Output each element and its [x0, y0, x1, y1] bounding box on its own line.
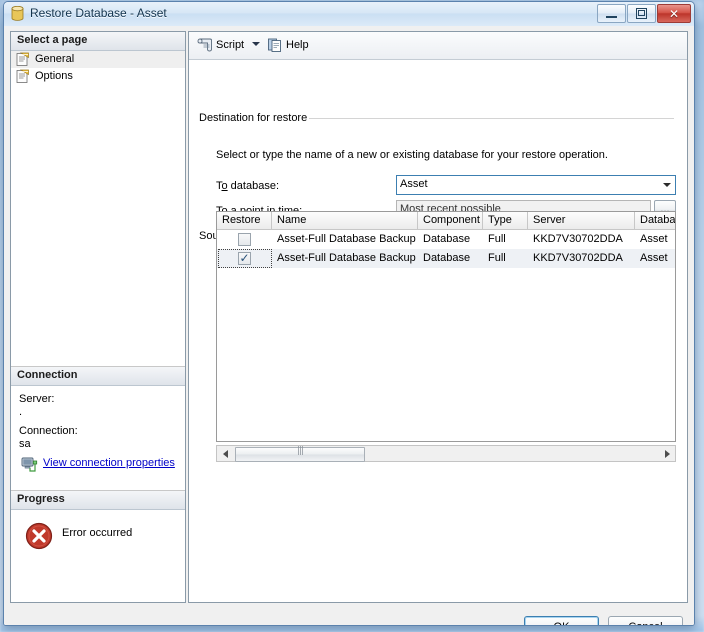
minimize-icon [598, 5, 625, 22]
table-row[interactable]: Asset-Full Database Backup Database Full KK… [217, 230, 675, 249]
right-panel: Script Help Destination for restore Sele… [188, 31, 688, 603]
maximize-icon [628, 5, 655, 22]
to-database-input[interactable]: Asset [396, 175, 676, 195]
grid-header-server[interactable]: Server [528, 212, 635, 229]
dialog-footer: OK Cancel [4, 608, 694, 625]
to-database-label: To database: [216, 180, 279, 192]
grid-cell-component: Database [423, 252, 471, 264]
arrow-left-icon[interactable] [217, 446, 233, 461]
database-cylinder-icon [11, 6, 24, 21]
sidebar-item-general[interactable]: General [11, 51, 185, 68]
grid-header-restore[interactable]: Restore [217, 212, 272, 229]
backup-sets-grid[interactable]: RestoreNameComponentTypeServerDatabase A… [216, 211, 676, 442]
grid-header-component[interactable]: Component [418, 212, 483, 229]
ok-button[interactable]: OK [524, 616, 599, 625]
grid-cell-name: Asset-Full Database Backup [277, 233, 416, 245]
view-connection-properties-link[interactable]: View connection properties [43, 457, 175, 469]
sidebar-item-label: General [35, 53, 75, 65]
help-pages-icon [268, 38, 281, 52]
destination-group-title: Destination for restore [199, 112, 313, 124]
error-circle-icon [25, 522, 53, 550]
grid-cell-database: Asset [640, 252, 668, 264]
title-bar: Restore Database - Asset ✕ [4, 2, 694, 27]
grid-cell-type: Full [488, 233, 506, 245]
script-scroll-icon [197, 38, 212, 52]
dialog-toolbar: Script Help [189, 32, 687, 60]
arrow-right-icon[interactable] [659, 446, 675, 461]
to-database-dropdown-arrow[interactable] [658, 176, 675, 194]
close-icon: ✕ [668, 6, 680, 21]
restore-database-dialog: Restore Database - Asset ✕ Select a page [3, 1, 695, 626]
server-label: Server: [19, 393, 55, 405]
grid-header-row: RestoreNameComponentTypeServerDatabase [217, 212, 675, 230]
dialog-body: Select a page General Options Connection… [4, 26, 694, 625]
grid-cell-server: KKD7V30702DDA [533, 233, 623, 245]
connection-value: sa [19, 438, 31, 450]
help-label: Help [286, 39, 309, 51]
grid-cell-database: Asset [640, 233, 668, 245]
minimize-button[interactable] [597, 4, 626, 23]
grid-cell-type: Full [488, 252, 506, 264]
page-general-icon [16, 52, 29, 66]
script-label: Script [216, 39, 245, 51]
table-row[interactable]: Asset-Full Database Backup Database Full KK… [217, 249, 675, 268]
sidebar-item-options[interactable]: Options [11, 68, 185, 85]
select-a-page-header: Select a page [11, 32, 185, 51]
page-options-icon [16, 69, 29, 83]
destination-description: Select or type the name of a new or exis… [216, 149, 608, 161]
progress-status-text: Error occurred [62, 527, 133, 539]
connection-section: Connection Server: . Connection: sa View… [11, 366, 185, 475]
grid-cell-component: Database [423, 233, 471, 245]
cancel-button[interactable]: Cancel [608, 616, 683, 625]
chevron-down-icon[interactable] [252, 42, 260, 46]
script-button[interactable]: Script [195, 36, 249, 55]
grid-header-database[interactable]: Database [635, 212, 675, 229]
grid-rows-container: Asset-Full Database Backup Database Full KK… [217, 230, 675, 268]
maximize-button[interactable] [627, 4, 656, 23]
focus-rectangle [218, 249, 272, 268]
window-title: Restore Database - Asset [30, 6, 167, 20]
progress-section: Progress Error occurred [11, 490, 185, 570]
left-panel: Select a page General Options Connection… [10, 31, 186, 603]
scrollbar-thumb[interactable] [235, 446, 365, 462]
server-value: . [19, 406, 23, 418]
close-button[interactable]: ✕ [657, 4, 691, 23]
connection-label: Connection: [19, 425, 78, 437]
grid-cell-name: Asset-Full Database Backup [277, 252, 416, 264]
destination-group-line [309, 118, 674, 119]
connection-header: Connection [11, 367, 185, 386]
general-page-content: Destination for restore Select or type t… [189, 60, 687, 602]
restore-checkbox[interactable] [238, 233, 251, 246]
grid-header-name[interactable]: Name [272, 212, 418, 229]
grid-header-type[interactable]: Type [483, 212, 528, 229]
sidebar-item-label: Options [35, 70, 73, 82]
help-button[interactable]: Help [265, 36, 314, 55]
progress-header: Progress [11, 491, 185, 510]
grid-cell-server: KKD7V30702DDA [533, 252, 623, 264]
server-connection-icon [21, 457, 38, 472]
grid-horizontal-scrollbar[interactable] [216, 445, 676, 462]
